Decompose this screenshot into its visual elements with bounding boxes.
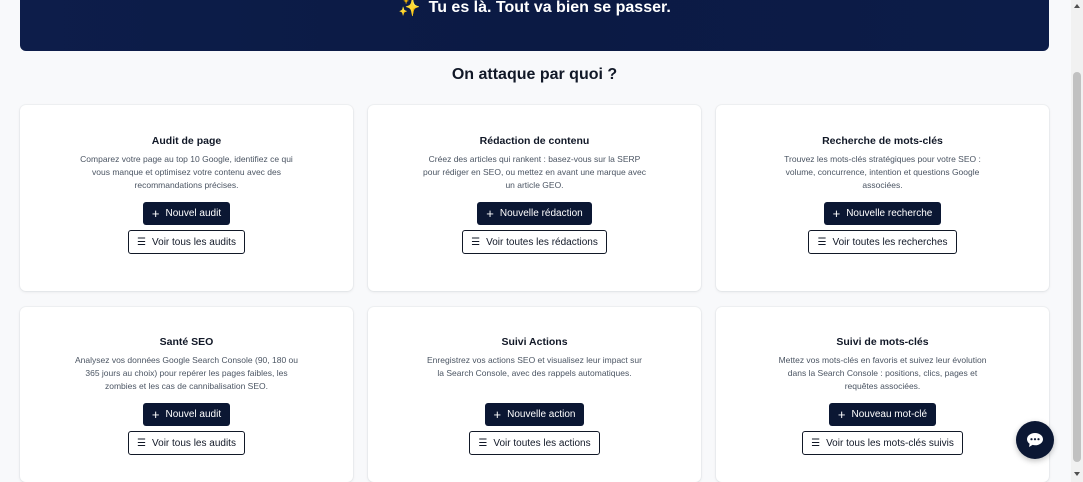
new-keyword-button[interactable]: + Nouveau mot-clé [828, 403, 937, 426]
plus-icon: + [837, 407, 846, 422]
card-description: Analysez vos données Google Search Conso… [74, 355, 299, 391]
button-label: Nouvelle action [507, 409, 576, 420]
chat-button[interactable] [1016, 421, 1054, 459]
card-title: Recherche de mots-clés [822, 135, 943, 147]
button-label: Voir toutes les actions [493, 437, 591, 449]
card-description: Comparez votre page au top 10 Google, id… [80, 154, 293, 190]
new-writing-button[interactable]: + Nouvelle rédaction [477, 202, 592, 225]
card-title: Suivi Actions [501, 336, 568, 348]
scroll-down-arrow-icon[interactable] [1074, 472, 1080, 476]
button-label: Voir tous les audits [152, 437, 236, 449]
plus-icon: + [151, 407, 160, 422]
plus-icon: + [832, 206, 841, 221]
card-keyword-research: Recherche de mots-clés Trouvez les mots-… [716, 105, 1049, 291]
new-audit-button[interactable]: + Nouvel audit [142, 202, 231, 225]
new-research-button[interactable]: + Nouvelle recherche [823, 202, 942, 225]
list-icon: ☰ [478, 437, 488, 449]
hero-text: Tu es là. Tout va bien se passer. [428, 0, 671, 16]
button-label: Nouveau mot-clé [851, 409, 928, 420]
card-action-tracking: Suivi Actions Enregistrez vos actions SE… [368, 307, 701, 482]
list-icon: ☰ [137, 236, 147, 248]
hero-banner: ✨ Tu es là. Tout va bien se passer. [20, 0, 1049, 51]
list-icon: ☰ [811, 437, 821, 449]
card-description: Enregistrez vos actions SEO et visualise… [427, 355, 642, 378]
list-icon: ☰ [137, 437, 147, 449]
button-label: Nouvel audit [165, 208, 222, 219]
scrollbar[interactable] [1071, 0, 1083, 482]
button-label: Nouvelle recherche [846, 208, 933, 219]
card-title: Santé SEO [159, 336, 214, 348]
new-health-audit-button[interactable]: + Nouvel audit [142, 403, 231, 426]
scroll-up-arrow-icon[interactable] [1074, 4, 1080, 8]
list-icon: ☰ [817, 236, 827, 248]
button-label: Voir toutes les rédactions [486, 236, 598, 248]
card-title: Suivi de mots-clés [836, 336, 929, 348]
button-label: Nouvelle rédaction [499, 208, 583, 219]
new-action-button[interactable]: + Nouvelle action [484, 403, 585, 426]
card-description: Trouvez les mots-clés stratégiques pour … [784, 154, 981, 190]
card-keyword-tracking: Suivi de mots-clés Mettez vos mots-clés … [716, 307, 1049, 482]
plus-icon: + [151, 206, 160, 221]
card-title: Audit de page [151, 135, 222, 147]
view-all-actions-button[interactable]: ☰ Voir toutes les actions [469, 431, 600, 455]
sparkle-icon: ✨ [398, 0, 421, 17]
view-all-research-button[interactable]: ☰ Voir toutes les recherches [808, 230, 957, 254]
button-label: Voir toutes les recherches [832, 236, 948, 248]
chat-bubble-icon [1027, 433, 1043, 447]
scrollbar-thumb[interactable] [1073, 72, 1081, 462]
card-description: Créez des articles qui rankent : basez-v… [422, 154, 647, 190]
view-all-writings-button[interactable]: ☰ Voir toutes les rédactions [462, 230, 607, 254]
card-content-writing: Rédaction de contenu Créez des articles … [368, 105, 701, 291]
button-label: Voir tous les audits [152, 236, 236, 248]
view-all-tracked-keywords-button[interactable]: ☰ Voir tous les mots-clés suivis [802, 431, 963, 455]
button-label: Voir tous les mots-clés suivis [826, 437, 954, 449]
card-title: Rédaction de contenu [479, 135, 590, 147]
card-description: Mettez vos mots-clés en favoris et suive… [778, 355, 987, 391]
plus-icon: + [493, 407, 502, 422]
button-label: Nouvel audit [165, 409, 222, 420]
view-all-health-audits-button[interactable]: ☰ Voir tous les audits [128, 431, 245, 455]
section-title: On attaque par quoi ? [451, 66, 618, 83]
list-icon: ☰ [471, 236, 481, 248]
card-seo-health: Santé SEO Analysez vos données Google Se… [20, 307, 353, 482]
card-audit-page: Audit de page Comparez votre page au top… [20, 105, 353, 291]
plus-icon: + [486, 206, 494, 221]
view-all-audits-button[interactable]: ☰ Voir tous les audits [128, 230, 245, 254]
hero-message: ✨ Tu es là. Tout va bien se passer. [398, 0, 671, 18]
